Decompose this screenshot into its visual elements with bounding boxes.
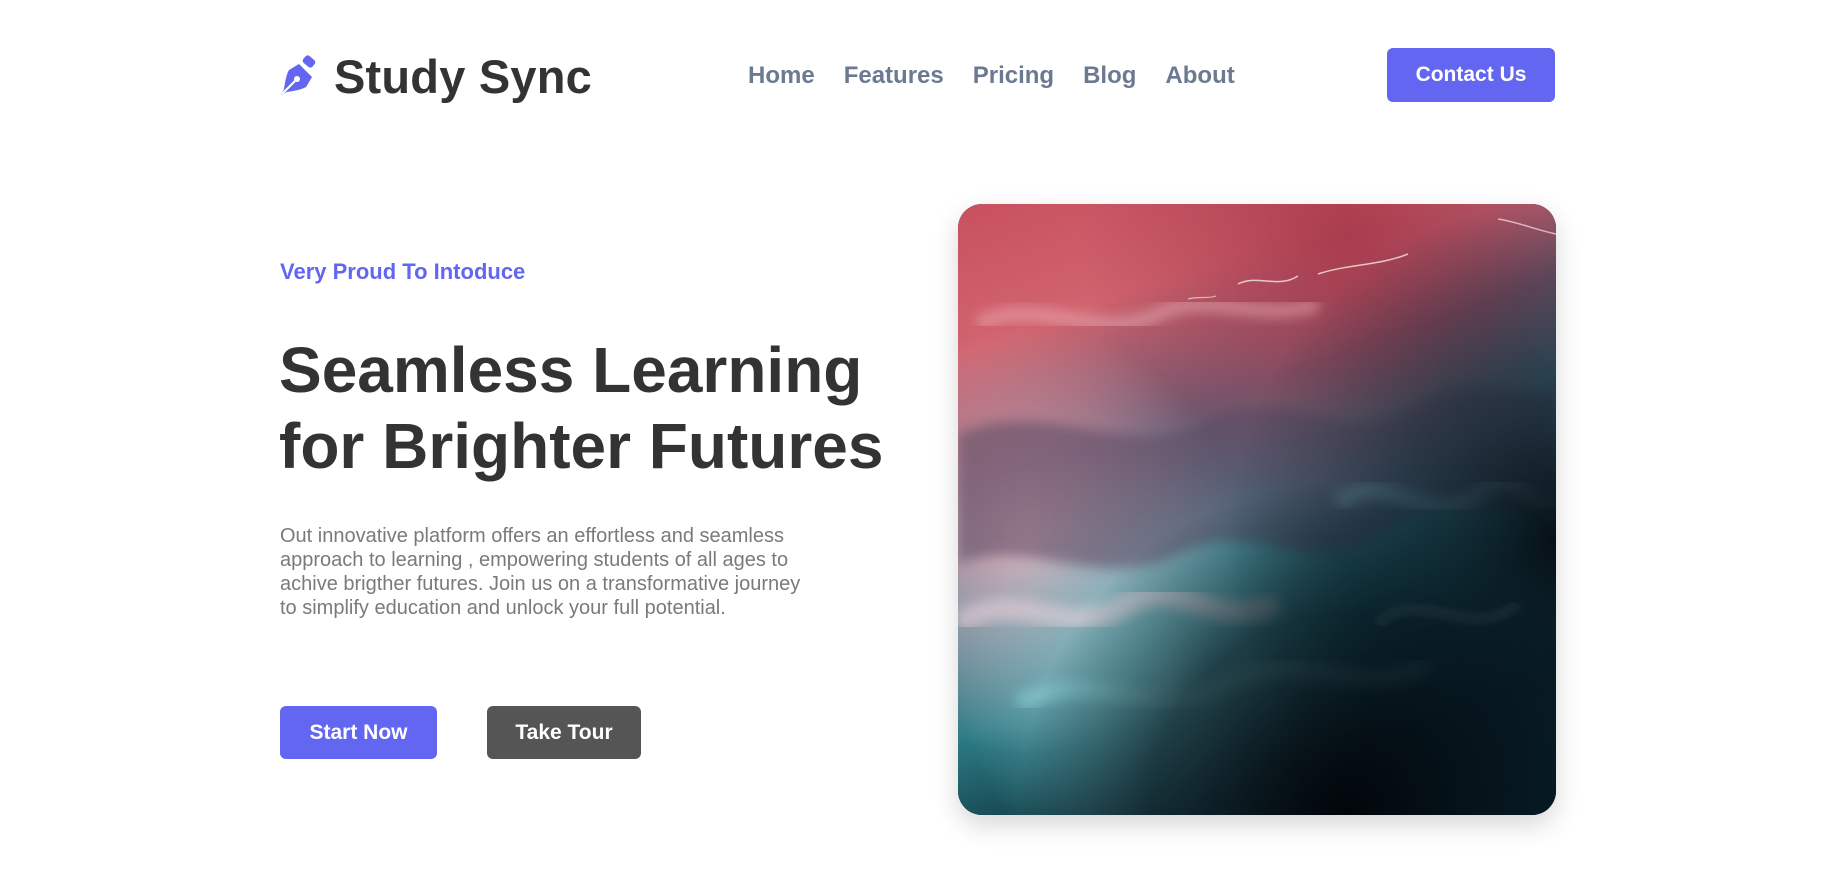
brand-name: Study Sync xyxy=(334,49,592,103)
hero-image xyxy=(958,204,1556,815)
site-header: Study Sync Home Features Pricing Blog Ab… xyxy=(0,0,1836,150)
brand-logo[interactable]: Study Sync xyxy=(279,48,592,104)
fountain-pen-icon xyxy=(279,55,321,97)
contact-us-button[interactable]: Contact Us xyxy=(1387,48,1555,102)
hero-kicker: Very Proud To Intoduce xyxy=(280,259,526,284)
hero-description: Out innovative platform offers an effort… xyxy=(280,525,801,619)
start-now-button[interactable]: Start Now xyxy=(280,706,437,759)
take-tour-button[interactable]: Take Tour xyxy=(487,706,641,759)
nav-item-home[interactable]: Home xyxy=(748,62,815,90)
nav-item-pricing[interactable]: Pricing xyxy=(973,62,1054,90)
abstract-ink-artwork xyxy=(958,204,1556,815)
nav-item-features[interactable]: Features xyxy=(844,62,944,90)
hero-title-line-2: for Brighter Futures xyxy=(279,410,884,482)
hero-title: Seamless Learning for Brighter Futures xyxy=(279,332,919,484)
nav-item-blog[interactable]: Blog xyxy=(1083,62,1136,90)
main-nav: Home Features Pricing Blog About xyxy=(748,58,1235,94)
nav-item-about[interactable]: About xyxy=(1165,62,1234,90)
landing-page: Study Sync Home Features Pricing Blog Ab… xyxy=(0,0,1836,881)
hero-title-line-1: Seamless Learning xyxy=(279,334,863,406)
